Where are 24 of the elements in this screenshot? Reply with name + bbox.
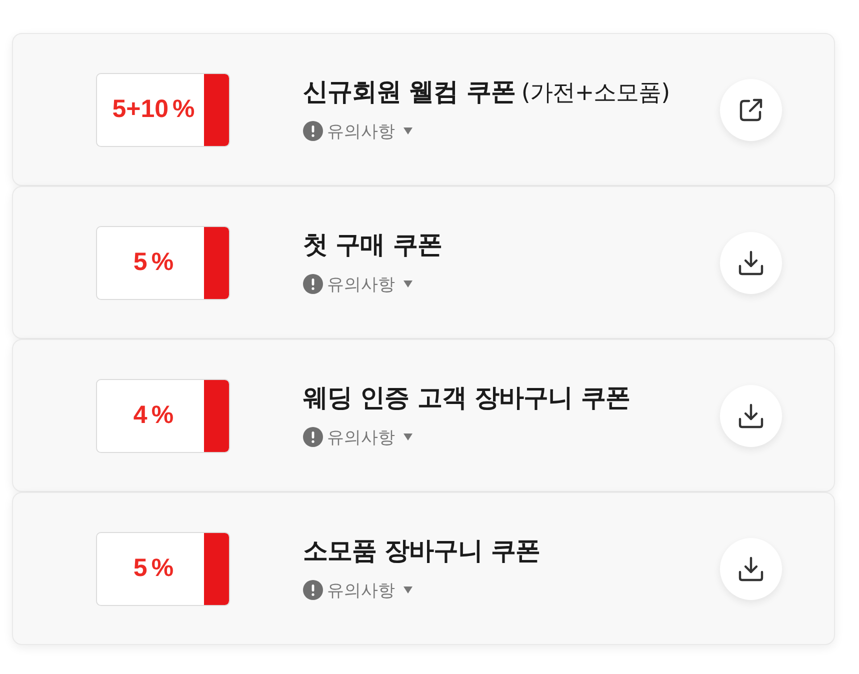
discount-text: 5+10 %	[111, 94, 196, 125]
ticket-stub	[204, 226, 229, 298]
discount-text: 4 %	[132, 400, 175, 431]
discount-text: 5 %	[132, 553, 175, 584]
download-icon	[738, 250, 764, 276]
ticket-stub	[204, 380, 229, 452]
notice-toggle[interactable]: 유의사항	[303, 426, 413, 448]
coupon-title: 신규회원 웰컴 쿠폰 (가전+소모품)	[303, 76, 671, 108]
coupon-title: 소모품 장바구니 쿠폰	[303, 534, 541, 566]
download-icon	[738, 402, 764, 428]
download-icon	[738, 556, 764, 582]
external-link-icon	[738, 96, 764, 122]
notice-toggle[interactable]: 유의사항	[303, 120, 413, 142]
alert-icon	[303, 580, 323, 600]
alert-icon	[303, 274, 323, 294]
ticket-stub	[204, 532, 229, 604]
coupon-title: 웨딩 인증 고객 장바구니 쿠폰	[303, 382, 631, 414]
alert-icon	[303, 121, 323, 141]
alert-icon	[303, 427, 323, 447]
notice-toggle[interactable]: 유의사항	[303, 578, 413, 602]
coupon-title: 첫 구매 쿠폰	[303, 228, 443, 260]
notice-toggle[interactable]: 유의사항	[303, 272, 413, 296]
ticket-stub	[204, 74, 229, 146]
discount-text: 5 %	[132, 247, 175, 278]
